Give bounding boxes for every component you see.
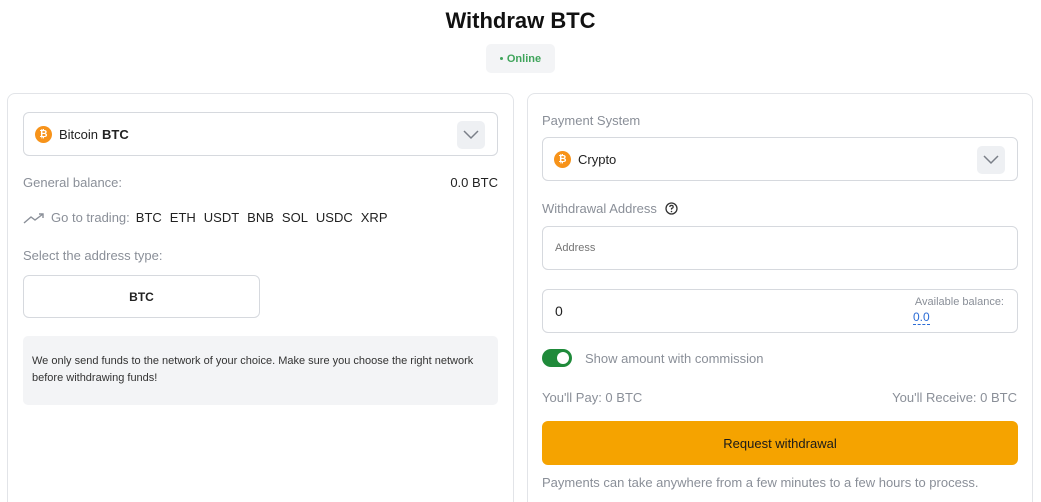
currency-select[interactable]: ₿ Bitcoin BTC xyxy=(23,112,498,156)
help-circle-icon[interactable] xyxy=(665,202,678,215)
general-balance-label: General balance: xyxy=(23,175,123,190)
you-receive-text: You'll Receive: 0 BTC xyxy=(892,390,1017,405)
trading-link-btc[interactable]: BTC xyxy=(136,210,162,225)
status-dot xyxy=(499,57,503,60)
commission-toggle-label: Show amount with commission xyxy=(585,351,764,366)
trading-link-eth[interactable]: ETH xyxy=(170,210,196,225)
amount-input[interactable] xyxy=(555,290,855,332)
payment-system-value: Crypto xyxy=(578,151,617,167)
trading-link-bnb[interactable]: BNB xyxy=(247,210,274,225)
bitcoin-icon: ₿ xyxy=(35,125,52,143)
trading-link-usdt[interactable]: USDT xyxy=(204,210,239,225)
address-type-label: Select the address type: xyxy=(23,248,163,263)
currency-ticker: BTC xyxy=(102,126,129,142)
commission-toggle[interactable] xyxy=(542,349,572,367)
network-notice: We only send funds to the network of you… xyxy=(23,336,498,405)
payment-system-label: Payment System xyxy=(542,113,641,128)
available-balance-value[interactable]: 0.0 xyxy=(913,311,930,325)
toggle-knob xyxy=(557,352,569,364)
payment-system-select[interactable]: ₿ Crypto xyxy=(542,137,1018,181)
amount-field[interactable]: Available balance: 0.0 xyxy=(542,289,1018,333)
chevron-down-icon[interactable] xyxy=(457,121,485,149)
withdrawal-address-label-row: Withdrawal Address xyxy=(542,201,678,216)
request-withdrawal-button[interactable]: Request withdrawal xyxy=(542,421,1018,465)
general-balance-value: 0.0 BTC xyxy=(450,175,498,190)
address-type-btc-button[interactable]: BTC xyxy=(23,275,260,318)
trading-link-sol[interactable]: SOL xyxy=(282,210,308,225)
currency-panel: ₿ Bitcoin BTC General balance: 0.0 BTC G… xyxy=(7,93,514,502)
processing-footnote: Payments can take anywhere from a few mi… xyxy=(542,475,979,490)
chevron-down-icon[interactable] xyxy=(977,146,1005,174)
withdraw-form-panel: Payment System ₿ Crypto Withdrawal Addre… xyxy=(527,93,1033,502)
bitcoin-icon: ₿ xyxy=(554,150,571,168)
page-title: Withdraw BTC xyxy=(445,8,596,33)
available-balance-label: Available balance: xyxy=(914,296,1004,308)
status-label: Online xyxy=(506,52,542,65)
withdrawal-address-label: Withdrawal Address xyxy=(542,201,657,216)
you-pay-text: You'll Pay: 0 BTC xyxy=(542,390,643,405)
trading-link-xrp[interactable]: XRP xyxy=(361,210,388,225)
currency-name: Bitcoin xyxy=(59,126,99,142)
trading-label: Go to trading: xyxy=(51,210,130,225)
withdrawal-address-field[interactable] xyxy=(542,226,1018,270)
withdrawal-address-input[interactable] xyxy=(555,227,1005,269)
trading-link-usdc[interactable]: USDC xyxy=(316,210,353,225)
trading-links: Go to trading: BTC ETH USDT BNB SOL USDC… xyxy=(23,210,388,225)
trend-up-icon xyxy=(23,212,45,224)
status-badge: Online xyxy=(486,44,555,73)
